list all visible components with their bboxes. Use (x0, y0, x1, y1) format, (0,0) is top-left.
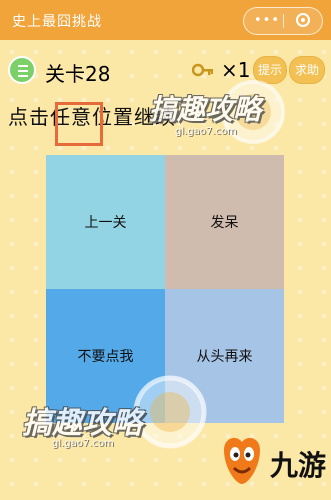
close-miniapp-icon[interactable] (296, 13, 310, 27)
more-menu-icon[interactable]: ••• (254, 13, 280, 28)
restart-label: 从头再来 (196, 349, 253, 365)
menu-icon-bar (18, 65, 28, 67)
watermark-title: 搞趣攻略 (22, 406, 142, 441)
highlight-box (55, 102, 103, 146)
title-bar: 史上最囧挑战 ••• (0, 0, 331, 40)
dont-click-label: 不要点我 (77, 349, 134, 365)
daze-label: 发呆 (210, 215, 239, 231)
watermark: 搞趣攻略 gl.gao7.com (22, 372, 212, 467)
level-title: 关卡28 (45, 62, 111, 86)
menu-icon-bar (18, 70, 28, 72)
watermark-url: gl.gao7.com (175, 126, 237, 137)
menu-button[interactable] (8, 56, 36, 84)
previous-level-cell[interactable]: 上一关 (46, 155, 165, 289)
key-icon (192, 63, 213, 77)
watermark: 搞趣攻略 gl.gao7.com (145, 78, 295, 160)
watermark-url: gl.gao7.com (52, 438, 114, 449)
daze-cell[interactable]: 发呆 (165, 155, 284, 289)
miniapp-capsule: ••• (243, 7, 323, 35)
capsule-divider (283, 14, 284, 28)
watermark-title: 搞趣攻略 (149, 93, 262, 126)
brand-name: 九游 (270, 449, 327, 482)
app-title: 史上最囧挑战 (12, 14, 102, 30)
menu-icon-bar (18, 75, 28, 77)
previous-level-label: 上一关 (84, 215, 127, 231)
